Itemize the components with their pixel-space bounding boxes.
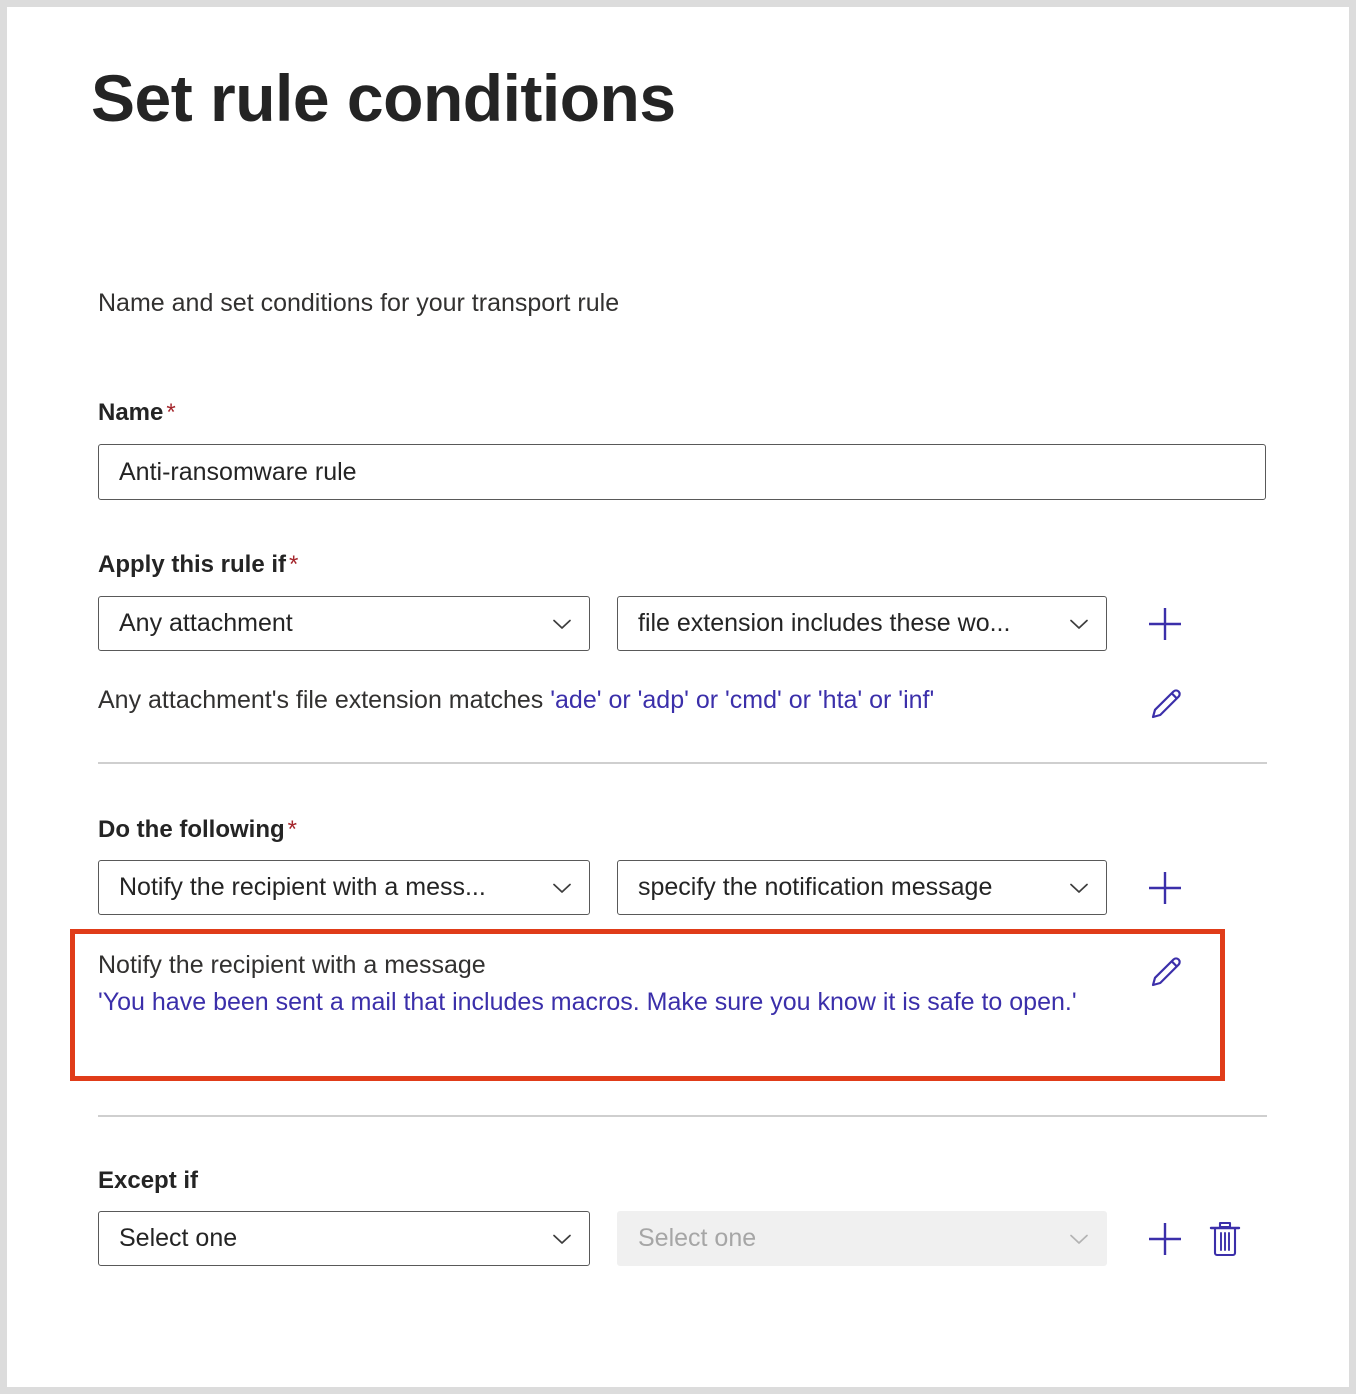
section-divider-1	[98, 762, 1267, 764]
do-the-following-param-select[interactable]: specify the notification message	[617, 860, 1107, 915]
pencil-icon	[1151, 957, 1181, 987]
do-the-following-summary-line1: Notify the recipient with a message	[98, 951, 486, 979]
do-the-following-action-select[interactable]: Notify the recipient with a mess...	[98, 860, 590, 915]
except-if-param-value: Select one	[638, 1224, 757, 1252]
chevron-down-icon	[1066, 875, 1092, 901]
except-if-exception-value: Select one	[119, 1224, 238, 1252]
except-if-label: Except if	[98, 1167, 198, 1195]
add-exception-button[interactable]	[1138, 1212, 1192, 1266]
trash-icon	[1209, 1221, 1241, 1257]
name-input[interactable]	[98, 444, 1266, 500]
chevron-down-icon	[549, 1226, 575, 1252]
chevron-down-icon	[549, 611, 575, 637]
delete-exception-button[interactable]	[1201, 1213, 1249, 1265]
name-field-label: Name *	[98, 399, 176, 427]
do-the-following-action-value: Notify the recipient with a mess...	[119, 873, 486, 901]
apply-rule-condition-select[interactable]: Any attachment	[98, 596, 590, 651]
apply-rule-if-label: Apply this rule if *	[98, 551, 298, 579]
page-title: Set rule conditions	[91, 61, 676, 135]
do-the-following-param-value: specify the notification message	[638, 873, 993, 901]
do-the-following-summary: Notify the recipient with a message 'You…	[98, 947, 1108, 1020]
edit-action-button[interactable]	[1139, 950, 1191, 996]
except-if-exception-select[interactable]: Select one	[98, 1211, 590, 1266]
page-inner: Set rule conditions Name and set conditi…	[7, 7, 1349, 1387]
except-if-label-text: Except if	[98, 1167, 199, 1194]
edit-condition-button[interactable]	[1139, 682, 1191, 728]
do-the-following-required-asterisk: *	[287, 816, 297, 843]
page-subtitle: Name and set conditions for your transpo…	[98, 289, 620, 317]
add-condition-button[interactable]	[1138, 597, 1192, 651]
except-if-param-select: Select one	[617, 1211, 1107, 1266]
do-the-following-label: Do the following *	[98, 816, 297, 844]
plus-icon	[1149, 872, 1181, 904]
add-action-button[interactable]	[1138, 861, 1192, 915]
apply-rule-condition-value: Any attachment	[119, 609, 293, 637]
do-the-following-summary-line2: 'You have been sent a mail that includes…	[98, 987, 1077, 1016]
plus-icon	[1149, 608, 1181, 640]
section-divider-2	[98, 1115, 1267, 1117]
apply-rule-operator-value: file extension includes these wo...	[638, 609, 1011, 637]
chevron-down-icon	[549, 875, 575, 901]
apply-rule-summary-prefix: Any attachment's file extension matches	[98, 686, 551, 714]
chevron-down-icon	[1066, 611, 1092, 637]
apply-rule-if-required-asterisk: *	[289, 551, 299, 578]
name-label-text: Name	[98, 399, 164, 426]
chevron-down-icon	[1066, 1226, 1092, 1252]
apply-rule-if-label-text: Apply this rule if	[98, 551, 287, 578]
do-the-following-label-text: Do the following	[98, 816, 285, 843]
pencil-icon	[1151, 689, 1181, 719]
apply-rule-summary-values: 'ade' or 'adp' or 'cmd' or 'hta' or 'inf…	[550, 686, 935, 714]
apply-rule-summary: Any attachment's file extension matches …	[98, 682, 1098, 719]
name-required-asterisk: *	[166, 399, 176, 426]
plus-icon	[1149, 1223, 1181, 1255]
set-rule-conditions-page: Set rule conditions Name and set conditi…	[0, 0, 1356, 1394]
apply-rule-operator-select[interactable]: file extension includes these wo...	[617, 596, 1107, 651]
